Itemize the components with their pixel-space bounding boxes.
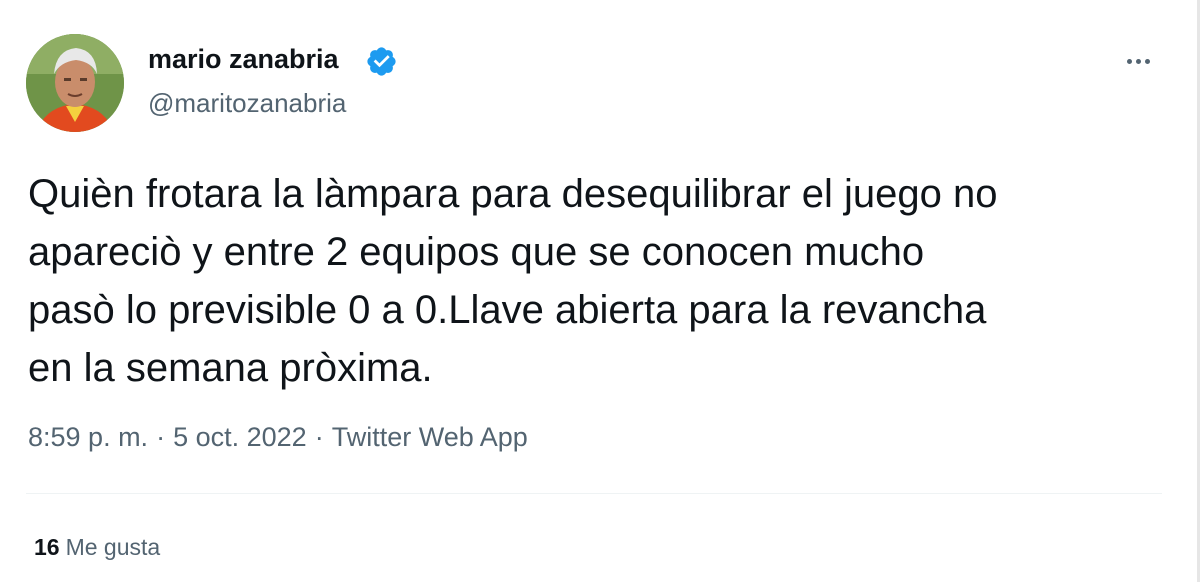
display-name[interactable]: mario zanabria (148, 44, 339, 75)
tweet-text-line: pasò lo previsible 0 a 0.Llave abierta p… (28, 288, 987, 332)
separator: · (156, 422, 166, 452)
tweet-text-line: en la semana pròxima. (28, 346, 433, 390)
tweet-text-line: Quièn frotara la làmpara para desequilib… (28, 172, 998, 216)
avatar-image (26, 34, 124, 132)
avatar[interactable] (26, 34, 124, 132)
dot (1126, 58, 1132, 64)
tweet-date[interactable]: 5 oct. 2022 (173, 422, 307, 452)
divider (26, 493, 1162, 494)
tweet-text: Quièn frotara la làmpara para desequilib… (28, 165, 1168, 397)
verified-badge-icon (367, 47, 396, 76)
more-options-icon[interactable] (1118, 44, 1158, 78)
dot (1135, 58, 1141, 64)
tweet-time[interactable]: 8:59 p. m. (28, 422, 148, 452)
dot (1144, 58, 1150, 64)
tweet-metadata: 8:59 p. m. · 5 oct. 2022 · Twitter Web App (28, 422, 528, 453)
likes-stat[interactable]: 16 Me gusta (34, 534, 160, 561)
user-handle[interactable]: @maritozanabria (148, 88, 346, 119)
tweet-card: mario zanabria @maritozanabria Quièn fro… (0, 0, 1200, 582)
likes-label: Me gusta (65, 534, 161, 560)
separator: · (314, 422, 324, 452)
likes-count: 16 (34, 534, 60, 560)
tweet-source[interactable]: Twitter Web App (332, 422, 528, 452)
tweet-text-line: apareciò y entre 2 equipos que se conoce… (28, 230, 925, 274)
